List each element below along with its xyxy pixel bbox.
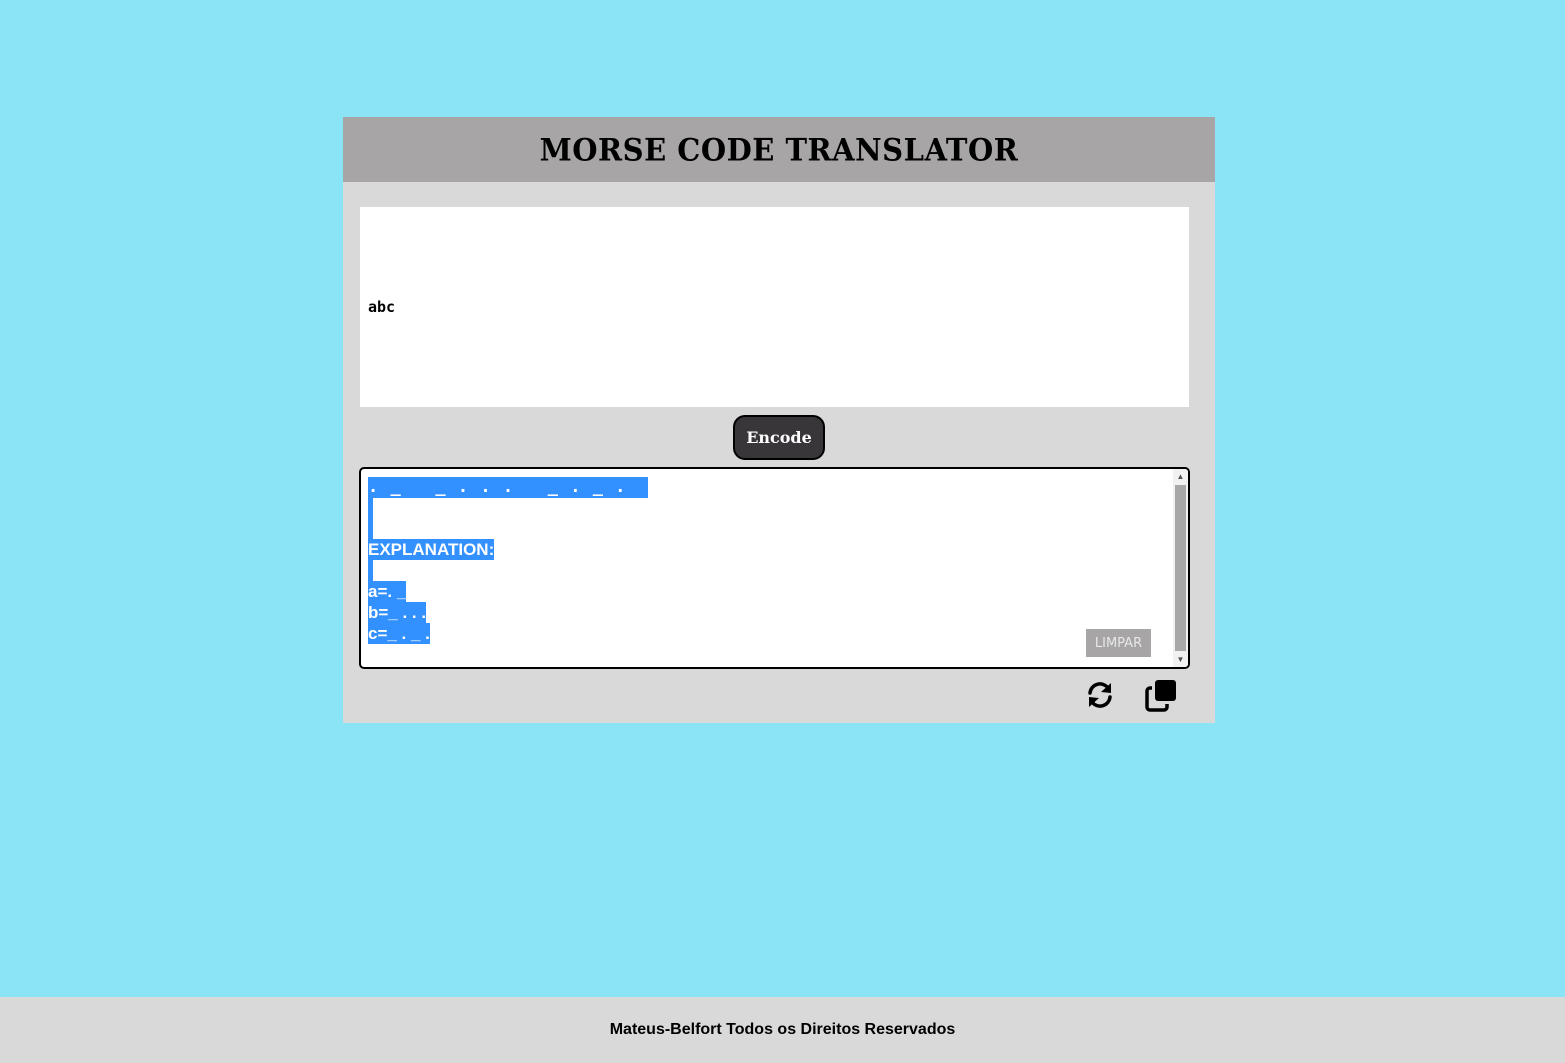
footer: Mateus-Belfort Todos os Direitos Reserva… [0, 997, 1565, 1063]
morse-output: . _ _ . . . _ . _ . [368, 477, 649, 498]
scroll-down-arrow-icon[interactable]: ▼ [1173, 652, 1188, 667]
explanation-heading: EXPLANATION: [368, 539, 495, 560]
swap-button[interactable] [1082, 677, 1118, 713]
output-scrollbar[interactable]: ▲ ▼ [1173, 469, 1188, 667]
selected-blank-line [368, 560, 373, 581]
explanation-line: b=_ . . . [368, 602, 427, 623]
copy-button[interactable] [1143, 677, 1179, 713]
swap-icon [1088, 682, 1112, 708]
page-title: MORSE CODE TRANSLATOR [539, 131, 1019, 168]
scroll-up-arrow-icon[interactable]: ▲ [1173, 469, 1188, 484]
footer-text: Mateus-Belfort Todos os Direitos Reserva… [609, 1021, 956, 1038]
selected-blank-line [368, 518, 373, 539]
input-textarea[interactable]: abc [360, 207, 1189, 407]
input-text: abc [368, 298, 396, 316]
scrollbar-thumb[interactable] [1175, 485, 1186, 651]
output-content: . _ _ . . . _ . _ . EXPLANATION: a=. _ b… [368, 476, 649, 644]
output-textarea[interactable]: . _ _ . . . _ . _ . EXPLANATION: a=. _ b… [359, 467, 1190, 669]
selected-blank-line [368, 497, 373, 518]
explanation-line: a=. _ [368, 581, 407, 602]
explanation-line: c=_ . _ . [368, 623, 430, 644]
clear-button[interactable]: LIMPAR [1086, 629, 1151, 657]
translator-panel: MORSE CODE TRANSLATOR abc Encode . _ _ .… [343, 117, 1215, 723]
copy-icon [1145, 680, 1176, 712]
header-bar: MORSE CODE TRANSLATOR [343, 117, 1215, 182]
encode-button[interactable]: Encode [733, 415, 825, 460]
